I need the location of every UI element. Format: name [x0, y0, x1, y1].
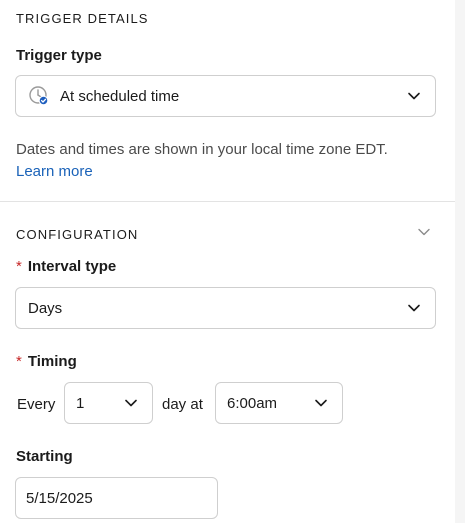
chevron-down-icon [407, 89, 421, 103]
clock-check-icon [28, 85, 50, 107]
configuration-heading: CONFIGURATION [16, 227, 139, 242]
trigger-details-heading: TRIGGER DETAILS [16, 11, 149, 26]
trigger-type-label: Trigger type [16, 47, 102, 64]
trigger-panel: TRIGGER DETAILS Trigger type At schedule… [0, 0, 455, 523]
learn-more-link[interactable]: Learn more [16, 163, 93, 180]
required-mark: * [16, 258, 22, 275]
chevron-down-icon [124, 396, 138, 410]
section-divider [0, 201, 455, 202]
time-value: 6:00am [227, 394, 278, 412]
chevron-down-icon [314, 396, 328, 410]
scrollbar-track[interactable] [455, 0, 465, 523]
starting-date-value: 5/15/2025 [26, 489, 93, 507]
collapse-chevron-icon[interactable] [417, 225, 431, 239]
every-count-select[interactable]: 1 [64, 382, 153, 424]
trigger-type-select[interactable]: At scheduled time [15, 75, 436, 117]
every-text: Every [17, 396, 56, 413]
time-select[interactable]: 6:00am [215, 382, 343, 424]
day-at-text: day at [162, 396, 203, 413]
trigger-type-value: At scheduled time [60, 87, 180, 105]
interval-type-label: * Interval type [16, 258, 116, 275]
timezone-hint: Dates and times are shown in your local … [16, 139, 436, 183]
starting-label: Starting [16, 448, 73, 465]
timezone-hint-text: Dates and times are shown in your local … [16, 141, 388, 158]
required-mark: * [16, 353, 22, 370]
every-count-value: 1 [76, 394, 85, 412]
interval-type-value: Days [28, 299, 63, 317]
starting-date-input[interactable]: 5/15/2025 [15, 477, 218, 519]
interval-type-label-text: Interval type [27, 258, 117, 275]
timing-label: * Timing [16, 353, 77, 370]
timing-label-text: Timing [27, 353, 77, 370]
interval-type-select[interactable]: Days [15, 287, 436, 329]
chevron-down-icon [407, 301, 421, 315]
